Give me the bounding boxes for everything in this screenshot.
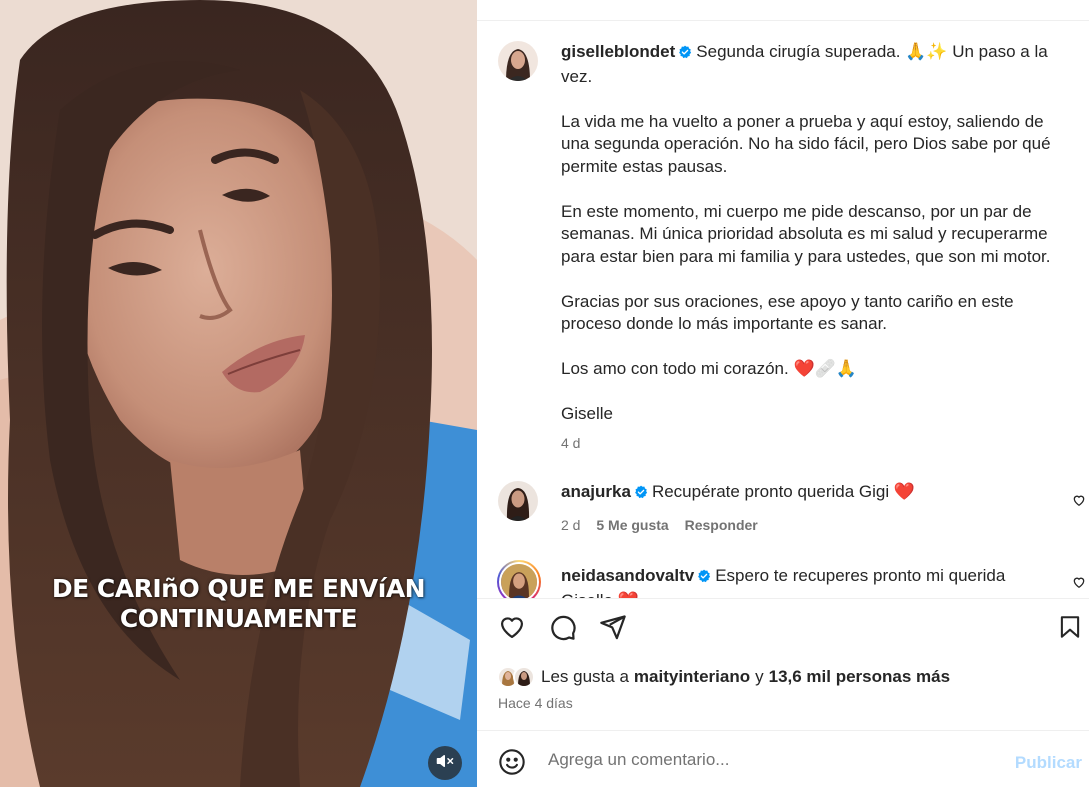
comments-scroll-area[interactable]: giselleblondet Segunda cirugía superada. … xyxy=(477,21,1089,598)
publish-button[interactable]: Publicar xyxy=(1015,753,1082,773)
comment-meta: 2 d 5 Me gusta Responder xyxy=(561,514,1051,537)
post-age[interactable]: 4 d xyxy=(561,432,1071,455)
post-panel: giselleblondet Segunda cirugía superada. … xyxy=(477,0,1089,787)
post-date[interactable]: Hace 4 días xyxy=(498,695,573,711)
likes-summary: Les gusta a maityinteriano y 13,6 mil pe… xyxy=(497,666,950,688)
liker-avatar xyxy=(513,666,535,688)
video-frame xyxy=(0,0,477,787)
comment-text: Recupérate pronto querida Gigi ❤️ xyxy=(651,482,916,501)
author-avatar[interactable] xyxy=(498,41,538,81)
mute-button[interactable] xyxy=(428,746,462,780)
emoji-icon[interactable] xyxy=(498,748,526,781)
verified-badge-icon xyxy=(634,483,648,506)
likes-others[interactable]: 13,6 mil personas más xyxy=(769,667,950,687)
like-button[interactable] xyxy=(496,613,528,645)
likes-connector: y xyxy=(755,667,764,686)
post-paragraph: En este momento, mi cuerpo me pide desca… xyxy=(561,201,1051,266)
verified-badge-icon xyxy=(678,43,692,66)
bookmark-icon xyxy=(1057,613,1083,646)
author-username[interactable]: giselleblondet xyxy=(561,42,675,61)
heart-icon xyxy=(498,613,526,646)
comment-item: neidasandovaltv Espero te recuperes pront… xyxy=(561,565,1051,598)
comment-age[interactable]: 2 d xyxy=(561,517,580,533)
caption-line-2: CONTINUAMENTE xyxy=(119,604,358,633)
post-paragraph: Gracias por sus oraciones, ese apoyo y t… xyxy=(561,291,1014,334)
comment-avatar[interactable] xyxy=(498,481,538,521)
post-signature: Giselle xyxy=(561,404,613,423)
post-paragraph: La vida me ha vuelto a poner a prueba y … xyxy=(561,111,1051,176)
comment-input[interactable] xyxy=(548,745,968,775)
comment-username[interactable]: anajurka xyxy=(561,482,631,501)
post-actions: Les gusta a maityinteriano y 13,6 mil pe… xyxy=(477,598,1089,730)
comment-like-heart-icon[interactable] xyxy=(1072,493,1086,512)
share-icon xyxy=(599,613,627,646)
verified-badge-icon xyxy=(697,567,711,590)
save-button[interactable] xyxy=(1054,613,1086,645)
volume-off-icon xyxy=(436,752,454,775)
comment-item: anajurka Recupérate pronto querida Gigi ❤… xyxy=(561,481,1051,536)
post-media[interactable]: DE CARIñO QUE ME ENVíAN CONTINUAMENTE xyxy=(0,0,477,787)
caption-line-1: DE CARIñO QUE ME ENVíAN xyxy=(51,574,426,603)
comment-username[interactable]: neidasandovaltv xyxy=(561,566,694,585)
add-comment-bar: Publicar xyxy=(477,730,1089,787)
video-caption: DE CARIñO QUE ME ENVíAN CONTINUAMENTE xyxy=(0,574,477,634)
comment-like-heart-icon[interactable] xyxy=(1072,575,1086,594)
comment-avatar-story-ring[interactable] xyxy=(497,560,541,598)
reply-button[interactable]: Responder xyxy=(685,517,758,533)
post-paragraph: Los amo con todo mi corazón. ❤️🩹🙏 xyxy=(561,359,857,378)
comment-icon xyxy=(549,613,577,646)
comment-button[interactable] xyxy=(547,613,579,645)
comment-likes[interactable]: 5 Me gusta xyxy=(596,517,668,533)
likes-username[interactable]: maityinteriano xyxy=(634,667,750,687)
post-caption: giselleblondet Segunda cirugía superada. … xyxy=(561,41,1071,454)
share-button[interactable] xyxy=(597,613,629,645)
likes-prefix: Les gusta a xyxy=(541,667,629,686)
